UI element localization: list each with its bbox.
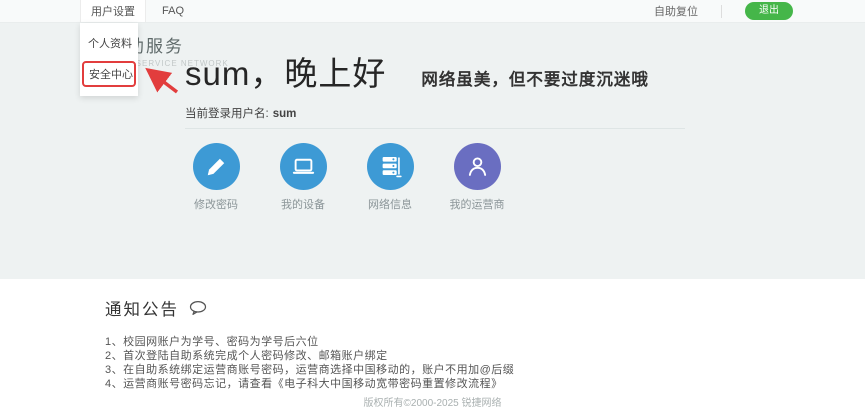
pencil-icon (193, 143, 240, 190)
quick-action-change-password[interactable]: 修改密码 (185, 143, 247, 212)
current-user-label: 当前登录用户名: (185, 108, 269, 120)
topbar-divider (721, 5, 722, 18)
self-reset-link[interactable]: 自助复位 (654, 3, 698, 19)
laptop-icon (280, 143, 327, 190)
quick-action-label: 网络信息 (368, 196, 412, 212)
quick-action-label: 我的设备 (281, 196, 325, 212)
quick-action-network-info[interactable]: 网络信息 (359, 143, 421, 212)
top-menubar: 用户设置 FAQ 自助复位 退出 (0, 0, 865, 23)
current-user-value: sum (273, 108, 297, 120)
quick-action-label: 修改密码 (194, 196, 238, 212)
quick-action-label: 我的运营商 (450, 196, 505, 212)
copyright-text: 版权所有©2000-2025 锐捷网络 (0, 394, 865, 409)
quick-action-my-carrier[interactable]: 我的运营商 (446, 143, 508, 212)
current-user-line: 当前登录用户名: sum (185, 105, 685, 129)
quick-actions-row: 修改密码 我的设备 (185, 143, 865, 212)
logout-button[interactable]: 退出 (745, 2, 793, 20)
person-icon (454, 143, 501, 190)
comment-bubble-icon (188, 300, 208, 317)
notice-list: 1、校园网账户为学号、密码为学号后六位 2、首次登陆自助系统完成个人密码修改、邮… (105, 335, 865, 391)
notice-title: 通知公告 (105, 296, 179, 320)
notice-item: 4、运营商账号密码忘记，请查看《电子科大中国移动宽带密码重置修改流程》 (105, 377, 865, 391)
topbar-spacer (0, 0, 80, 22)
notice-item: 1、校园网账户为学号、密码为学号后六位 (105, 335, 865, 349)
user-settings-dropdown: 个人资料 安全中心 (80, 23, 138, 96)
dropdown-item-profile[interactable]: 个人资料 (80, 29, 138, 57)
menu-item-user-settings[interactable]: 用户设置 (80, 0, 146, 22)
greeting-subtitle: 网络虽美，但不要过度沉迷哦 (421, 66, 649, 90)
menu-item-faq[interactable]: FAQ (152, 0, 194, 22)
notice-item: 3、在自助系统绑定运营商账号密码，运营商选择中国移动的，账户不用加@后缀 (105, 363, 865, 377)
notice-item: 2、首次登陆自助系统完成个人密码修改、邮箱账户绑定 (105, 349, 865, 363)
quick-action-my-devices[interactable]: 我的设备 (272, 143, 334, 212)
dropdown-item-security-center[interactable]: 安全中心 (82, 61, 136, 87)
server-icon (367, 143, 414, 190)
